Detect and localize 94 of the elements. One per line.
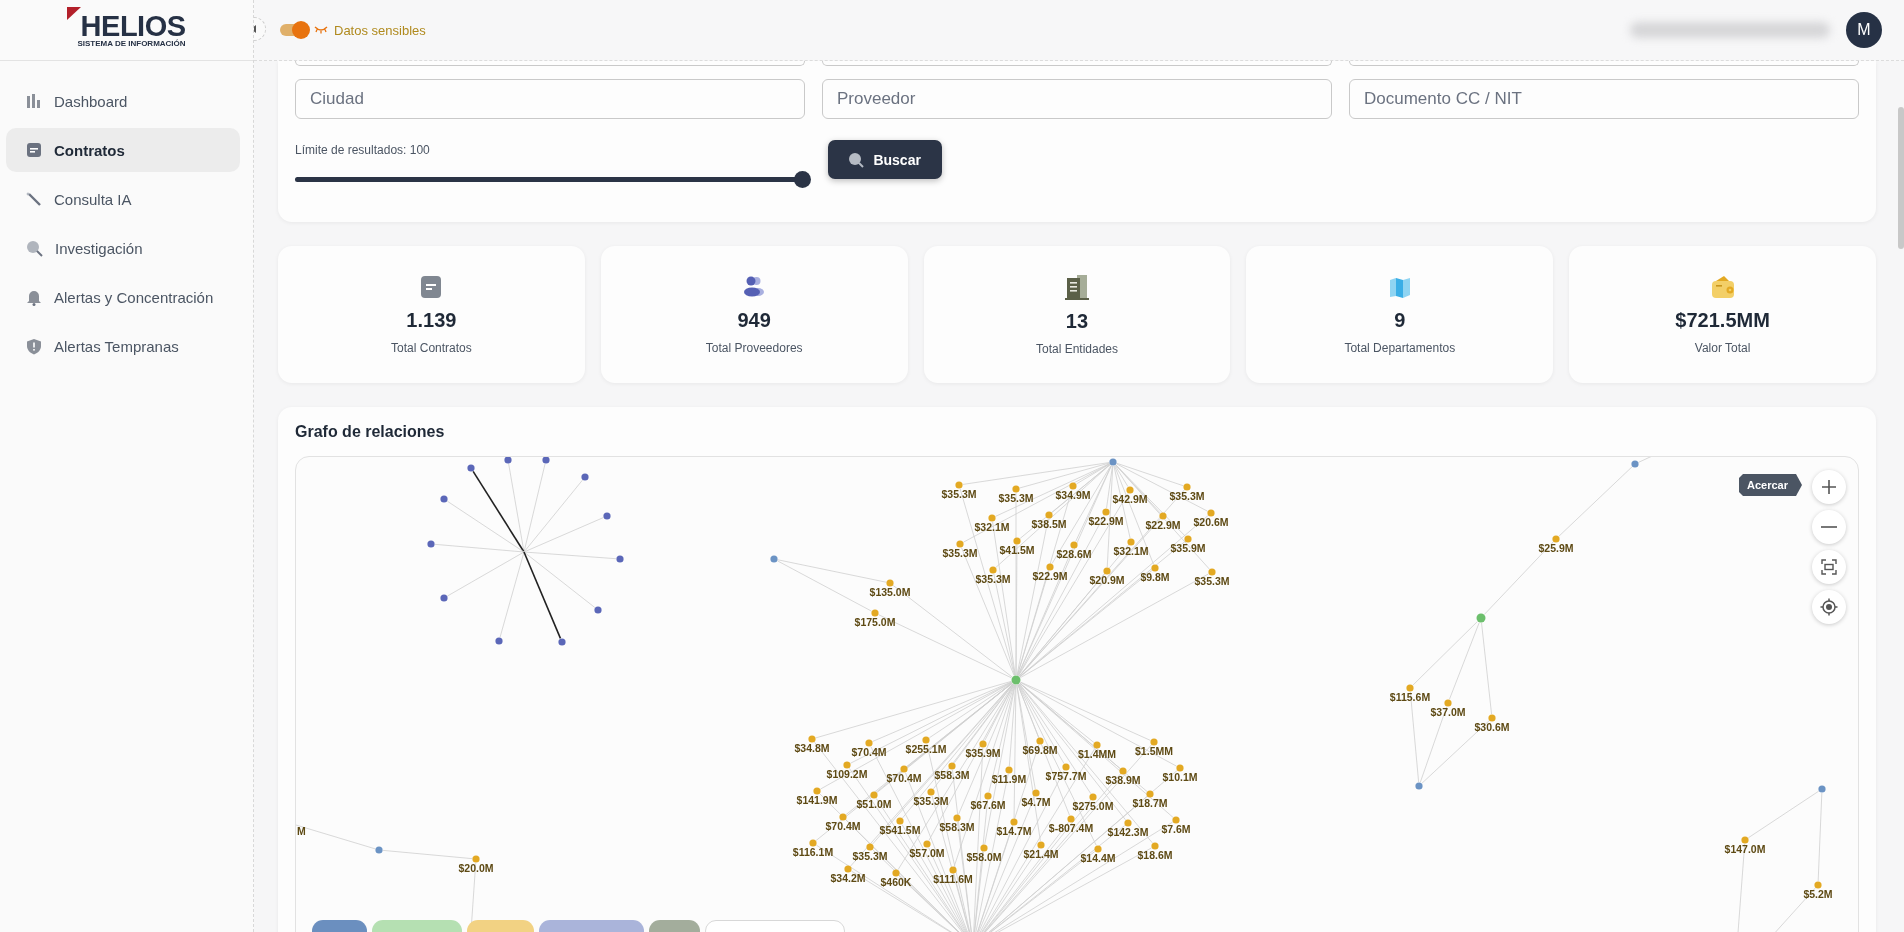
- stat-label: Total Contratos: [391, 340, 472, 355]
- node-label: $67.6M: [970, 799, 1006, 811]
- node-label: $34.9M: [1055, 489, 1091, 501]
- node-label: $25.9M: [1538, 542, 1574, 554]
- node-label: $35.3M: [852, 850, 888, 862]
- node-label: $58.0M: [966, 851, 1002, 863]
- input-field[interactable]: Ciudad: [295, 79, 805, 119]
- node-label: $58.3M: [934, 769, 970, 781]
- stat-label: Valor Total: [1694, 340, 1751, 355]
- node-label: $35.3M: [998, 492, 1034, 504]
- stat-value: $721.5MM: [1675, 308, 1770, 332]
- node-label: $255.1M: [905, 743, 947, 755]
- node-label: $70.4M: [851, 746, 887, 758]
- node-label: $35.3M: [1169, 490, 1205, 502]
- node-label: $22.9M: [1032, 570, 1068, 582]
- node-label: $57.0M: [909, 847, 945, 859]
- node-label: $11.9M: [991, 773, 1027, 785]
- limit-label: Límite de resultados: 100: [295, 143, 431, 157]
- node-label: $34.8M: [794, 742, 830, 754]
- sidebar-item[interactable]: Alertas Tempranas: [6, 324, 240, 368]
- node-label: $30.6M: [1474, 721, 1510, 733]
- node-label: $18.6M: [1137, 849, 1173, 861]
- node-label: $541.5M: [879, 824, 921, 836]
- node-label: $42.9M: [1112, 493, 1148, 505]
- stat-value: 1.139: [406, 308, 457, 332]
- graph-title: Grafo de relaciones: [295, 423, 446, 441]
- node-label: $111.6M: [933, 873, 973, 885]
- node-label: $116.1M: [792, 846, 834, 858]
- node-label: $9.8M: [1140, 571, 1170, 583]
- node-label: $38.9M: [1105, 774, 1141, 786]
- node-label: $7.6M: [1161, 823, 1191, 835]
- node-label: $70.4M: [886, 772, 922, 784]
- node-label: $141.9M: [796, 794, 838, 806]
- input-field[interactable]: Documento CC / NIT: [1349, 79, 1859, 119]
- stat-value: 9: [1394, 308, 1406, 332]
- sidebar-item[interactable]: Dashboard: [6, 79, 240, 123]
- node-label: $757.7M: [1045, 770, 1087, 782]
- node-label: $18.7M: [1132, 797, 1168, 809]
- node-label: $20.9M: [1089, 574, 1125, 586]
- node-label: $32.1M: [974, 521, 1010, 533]
- node-label: $1.5MM: [1135, 745, 1173, 757]
- node-label: $41.5M: [999, 544, 1035, 556]
- node-label: $14.7M: [996, 825, 1032, 837]
- sidebar-item[interactable]: Consulta IA: [6, 177, 240, 221]
- node-label: $35.3M: [942, 547, 978, 559]
- node-label: $35.3M: [1194, 575, 1230, 587]
- node-label: $115.6M: [1389, 691, 1431, 703]
- input-field[interactable]: Proveedor: [822, 79, 1332, 119]
- sidebar-item[interactable]: Contratos: [6, 128, 240, 172]
- logo-subtitle: SISTEMA DE INFORMACIÓN: [77, 40, 186, 48]
- node-label: $-807.4M: [1048, 822, 1094, 834]
- sidebar-item[interactable]: Alertas y Concentración: [6, 275, 240, 319]
- node-label: $21.4M: [1023, 848, 1059, 860]
- node-label: $175.0M: [854, 616, 896, 628]
- stat-label: Total Departamentos: [1344, 340, 1456, 355]
- node-label: $20.6M: [1193, 516, 1229, 528]
- node-label: $69.8M: [1022, 744, 1058, 756]
- node-label: $10.1M: [1162, 771, 1198, 783]
- stat-label: Total Entidades: [1035, 341, 1118, 356]
- node-label: $35.9M: [1170, 542, 1206, 554]
- user-avatar[interactable]: M: [1846, 12, 1882, 48]
- search-button[interactable]: Buscar: [827, 140, 942, 179]
- tooltip: Acercar: [1739, 474, 1802, 496]
- node-label: $34.2M: [830, 872, 866, 884]
- node-label: $135.0M: [869, 586, 911, 598]
- stat-label: Total Proveedores: [705, 340, 803, 355]
- node-label: $4.7M: [1021, 796, 1051, 808]
- node-label: $35.3M: [975, 573, 1011, 585]
- node-label: $142.3M: [1107, 826, 1149, 838]
- node-label: $5.2M: [1803, 888, 1833, 900]
- sidebar-item[interactable]: Investigación: [6, 226, 240, 270]
- node-label: $22.9M: [1088, 515, 1124, 527]
- node-label: $275.0M: [1072, 800, 1114, 812]
- node-label: $460K: [880, 876, 912, 888]
- node-label: $28.6M: [1056, 548, 1092, 560]
- node-label: $70.4M: [825, 820, 861, 832]
- node-label: $35.3M: [913, 795, 949, 807]
- node-label: $147.0M: [1724, 843, 1766, 855]
- stat-value: 13: [1065, 309, 1089, 333]
- node-label: $109.2M: [826, 768, 868, 780]
- node-label: $37.0M: [1430, 706, 1466, 718]
- stat-value: 949: [737, 308, 771, 332]
- node-label: $32.1M: [1113, 545, 1149, 557]
- node-label: $51.0M: [856, 798, 892, 810]
- node-label: $20.0M: [458, 862, 494, 874]
- node-label: $58.3M: [939, 821, 975, 833]
- node-label: $22.9M: [1145, 519, 1181, 531]
- node-label: M: [297, 825, 306, 837]
- node-label: $35.3M: [941, 488, 977, 500]
- node-label: $14.4M: [1080, 852, 1116, 864]
- node-label: $38.5M: [1031, 518, 1067, 530]
- node-label: $1.4MM: [1078, 748, 1116, 760]
- logo-text: HELIOS: [80, 12, 186, 40]
- node-label: $35.9M: [965, 747, 1001, 759]
